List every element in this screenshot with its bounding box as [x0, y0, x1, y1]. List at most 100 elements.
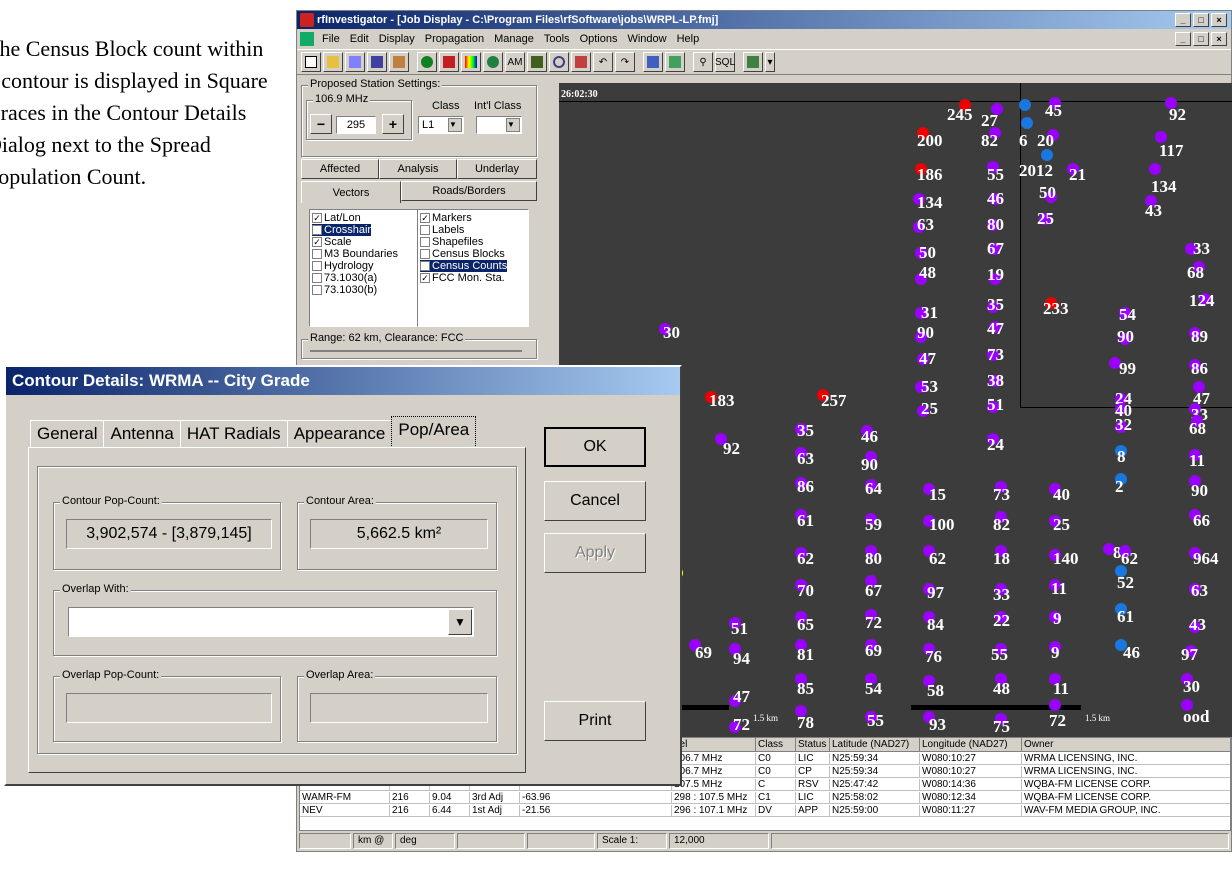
contour-button[interactable] [483, 52, 503, 72]
layers-button[interactable] [389, 52, 409, 72]
checkbox-scale[interactable]: ✓ Scale [312, 236, 352, 248]
sql-button[interactable]: SQL [715, 52, 735, 72]
table-header[interactable]: Longitude (NAD27) [920, 738, 1022, 752]
chevron-down-icon[interactable]: ▼ [448, 118, 462, 132]
checkbox-73-1030-a-[interactable]: 73.1030(a) [312, 272, 377, 284]
table-header[interactable]: Latitude (NAD27) [830, 738, 920, 752]
checkbox-census-blocks[interactable]: Census Blocks [420, 248, 505, 260]
station-marker[interactable] [1019, 99, 1031, 111]
table-cell[interactable]: C [756, 779, 796, 791]
overlay-button[interactable] [571, 52, 591, 72]
check-icon[interactable]: ✓ [312, 237, 322, 247]
table-cell[interactable]: 106.7 MHz [672, 753, 756, 765]
menu-manage[interactable]: Manage [489, 33, 539, 45]
tab-hat-radials[interactable]: HAT Radials [179, 420, 288, 448]
tab-appearance[interactable]: Appearance [286, 420, 393, 448]
maximize-button[interactable]: □ [1193, 13, 1209, 27]
table-cell[interactable]: WAMR-FM [300, 792, 390, 804]
find-button[interactable] [345, 52, 365, 72]
save-button[interactable] [367, 52, 387, 72]
checkbox-crosshair[interactable]: Crosshair [312, 224, 372, 236]
check-icon[interactable]: ✓ [420, 213, 430, 223]
chart-button[interactable] [665, 52, 685, 72]
table-cell[interactable]: 298 : 107.5 MHz [672, 792, 756, 804]
check-icon[interactable]: ✓ [420, 273, 430, 283]
tab-antenna[interactable]: Antenna [103, 420, 181, 448]
open-button[interactable] [323, 52, 343, 72]
table-cell[interactable]: APP [796, 805, 830, 817]
checkbox-m3-boundaries[interactable]: M3 Boundaries [312, 248, 398, 260]
table-cell[interactable]: W080:10:27 [920, 766, 1022, 778]
tab-roads-borders[interactable]: Roads/Borders [401, 181, 537, 201]
checkbox-labels[interactable]: Labels [420, 224, 464, 236]
binoculars-button[interactable]: ⚲ [693, 52, 713, 72]
table-cell[interactable]: WAV-FM MEDIA GROUP, INC. [1022, 805, 1230, 817]
checkbox-icon[interactable] [312, 261, 322, 271]
mdi-close-button[interactable]: × [1211, 32, 1227, 46]
table-cell[interactable]: -21.56 [520, 805, 672, 817]
table-cell[interactable]: 296 : 107.1 MHz [672, 805, 756, 817]
menu-propagation[interactable]: Propagation [420, 33, 489, 45]
map-red-button[interactable] [439, 52, 459, 72]
cancel-button[interactable]: Cancel [544, 481, 646, 521]
table-cell[interactable]: -63.96 [520, 792, 672, 804]
table-cell[interactable]: DV [756, 805, 796, 817]
checkbox-census-counts[interactable]: ✓ Census Counts [420, 260, 508, 272]
menu-window[interactable]: Window [622, 33, 671, 45]
menu-edit[interactable]: Edit [345, 33, 374, 45]
chevron-down-icon[interactable]: ▼ [506, 118, 520, 132]
checkbox-icon[interactable] [312, 249, 322, 259]
checkbox-hydrology[interactable]: Hydrology [312, 260, 374, 272]
menu-tools[interactable]: Tools [539, 33, 575, 45]
table-cell[interactable]: C1 [756, 792, 796, 804]
table-cell[interactable]: N25:47:42 [830, 779, 920, 791]
table-header[interactable]: Class [756, 738, 796, 752]
new-button[interactable] [301, 52, 321, 72]
table-cell[interactable]: C0 [756, 753, 796, 765]
table-header[interactable]: Status [796, 738, 830, 752]
checkbox-73-1030-b-[interactable]: 73.1030(b) [312, 284, 377, 296]
table-cell[interactable]: N25:59:34 [830, 766, 920, 778]
minimize-button[interactable]: _ [1175, 13, 1191, 27]
table-button[interactable] [643, 52, 663, 72]
apply-button[interactable]: Apply [544, 533, 646, 573]
table-cell[interactable]: LIC [796, 753, 830, 765]
checkbox-icon[interactable] [312, 225, 322, 235]
table-cell[interactable]: CP [796, 766, 830, 778]
chevron-down-icon[interactable]: ▾ [765, 52, 775, 72]
am-button[interactable]: AM [505, 52, 525, 72]
station-marker[interactable] [1021, 117, 1033, 129]
table-cell[interactable]: RSV [796, 779, 830, 791]
checkbox-icon[interactable] [420, 249, 430, 259]
table-cell[interactable]: 106.7 MHz [672, 766, 756, 778]
table-cell[interactable]: N25:59:34 [830, 753, 920, 765]
table-cell[interactable]: LIC [796, 792, 830, 804]
table-cell[interactable]: W080:14:36 [920, 779, 1022, 791]
mdi-restore-button[interactable]: □ [1193, 32, 1209, 46]
spectrum-button[interactable] [461, 52, 481, 72]
table-cell[interactable]: WQBA-FM LICENSE CORP. [1022, 779, 1230, 791]
table-cell[interactable]: W080:11:27 [920, 805, 1022, 817]
table-cell[interactable]: W080:12:34 [920, 792, 1022, 804]
decrement-button[interactable]: − [310, 114, 332, 134]
checkbox-shapefiles[interactable]: Shapefiles [420, 236, 483, 248]
table-cell[interactable]: N25:58:02 [830, 792, 920, 804]
tab-general[interactable]: General [30, 420, 105, 448]
chevron-down-icon[interactable]: ▼ [448, 609, 472, 635]
menu-file[interactable]: File [317, 33, 345, 45]
print-button[interactable]: Print [544, 701, 646, 741]
close-button[interactable]: × [1211, 13, 1227, 27]
table-cell[interactable]: 9.04 [430, 792, 470, 804]
table-cell[interactable]: NEV [300, 805, 390, 817]
zoom-button[interactable] [549, 52, 569, 72]
station-marker[interactable] [1149, 163, 1161, 175]
station-marker[interactable] [1041, 149, 1053, 161]
table-cell[interactable]: 107.5 MHz [672, 779, 756, 791]
check-icon[interactable]: ✓ [420, 261, 430, 271]
table-cell[interactable]: 216 [390, 805, 430, 817]
table-cell[interactable]: 216 [390, 792, 430, 804]
undo-button[interactable]: ↶ [593, 52, 613, 72]
table-header[interactable]: Owner [1022, 738, 1230, 752]
checkbox-markers[interactable]: ✓ Markers [420, 212, 472, 224]
checkbox-icon[interactable] [312, 273, 322, 283]
